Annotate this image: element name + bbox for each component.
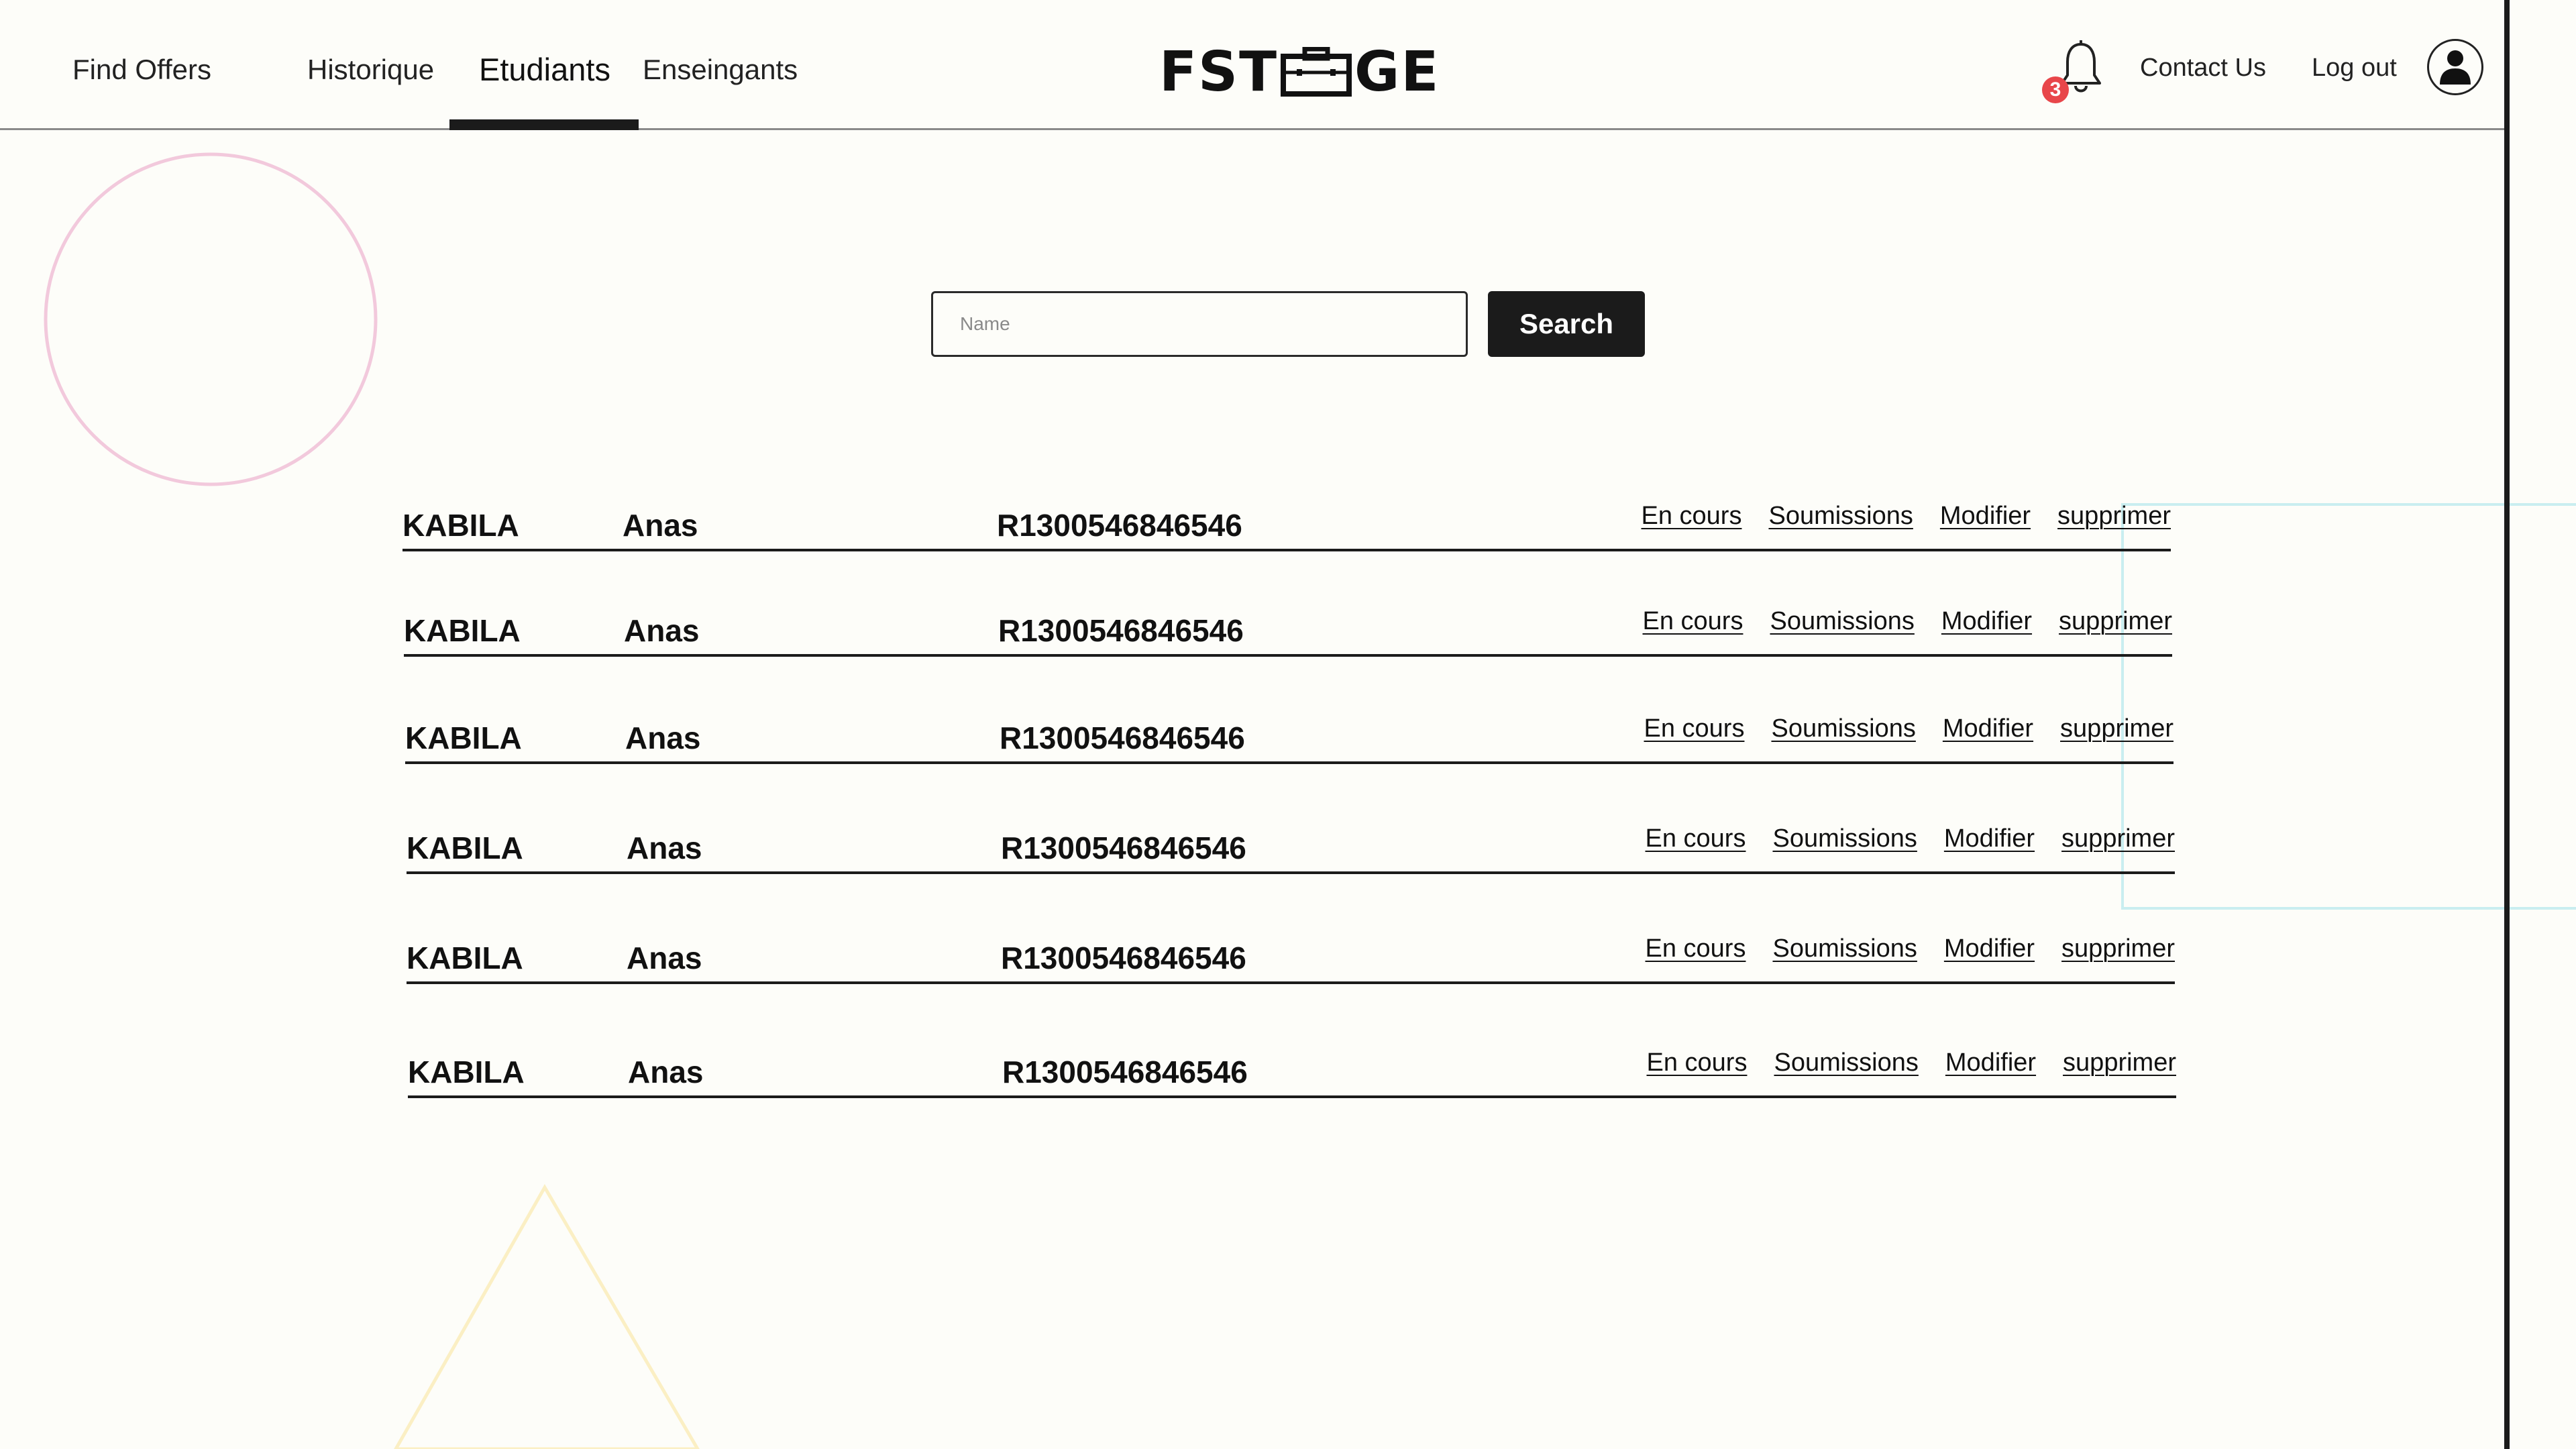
student-row: KABILA Anas R1300546846546 En cours Soum… bbox=[402, 502, 2171, 551]
soumissions-link[interactable]: Soumissions bbox=[1772, 934, 1917, 963]
nav-find-offers[interactable]: Find Offers bbox=[72, 54, 211, 86]
soumissions-link[interactable]: Soumissions bbox=[1768, 502, 1913, 531]
student-id: R1300546846546 bbox=[998, 613, 1244, 648]
modifier-link[interactable]: Modifier bbox=[1940, 502, 2031, 531]
right-edge-divider bbox=[2504, 0, 2510, 1449]
student-last-name: KABILA bbox=[402, 508, 519, 543]
student-first-name: Anas bbox=[628, 1055, 704, 1089]
soumissions-link[interactable]: Soumissions bbox=[1772, 824, 1917, 853]
student-first-name: Anas bbox=[625, 720, 701, 755]
supprimer-link[interactable]: supprimer bbox=[2057, 502, 2171, 531]
supprimer-link[interactable]: supprimer bbox=[2061, 934, 2175, 963]
supprimer-link[interactable]: supprimer bbox=[2060, 714, 2174, 743]
row-actions: En cours Soumissions Modifier supprimer bbox=[1643, 607, 2173, 636]
search-name-input[interactable] bbox=[931, 291, 1468, 357]
search-button[interactable]: Search bbox=[1488, 291, 1645, 357]
student-row: KABILA Anas R1300546846546 En cours Soum… bbox=[405, 714, 2174, 764]
modifier-link[interactable]: Modifier bbox=[1944, 934, 2035, 963]
student-id: R1300546846546 bbox=[1000, 720, 1245, 755]
row-actions: En cours Soumissions Modifier supprimer bbox=[1646, 934, 2176, 963]
en-cours-link[interactable]: En cours bbox=[1647, 1049, 1748, 1077]
row-actions: En cours Soumissions Modifier supprimer bbox=[1646, 824, 2176, 853]
nav-etudiants[interactable]: Etudiants bbox=[479, 51, 610, 88]
decorative-circle bbox=[44, 152, 378, 486]
en-cours-link[interactable]: En cours bbox=[1646, 824, 1746, 853]
active-tab-indicator bbox=[449, 119, 639, 130]
logout-link[interactable]: Log out bbox=[2312, 54, 2397, 83]
top-navbar: Find Offers Historique Etudiants Enseing… bbox=[0, 0, 2506, 130]
student-row: KABILA Anas R1300546846546 En cours Soum… bbox=[407, 934, 2175, 984]
notification-count-badge: 3 bbox=[2042, 76, 2069, 103]
row-actions: En cours Soumissions Modifier supprimer bbox=[1642, 502, 2171, 531]
student-last-name: KABILA bbox=[405, 720, 522, 755]
logo-text-left: FST bbox=[1159, 40, 1279, 104]
student-row: KABILA Anas R1300546846546 En cours Soum… bbox=[404, 607, 2172, 657]
soumissions-link[interactable]: Soumissions bbox=[1770, 607, 1914, 636]
nav-enseignants[interactable]: Enseingants bbox=[643, 54, 798, 86]
student-id: R1300546846546 bbox=[997, 508, 1242, 543]
row-actions: En cours Soumissions Modifier supprimer bbox=[1647, 1049, 2177, 1077]
student-id: R1300546846546 bbox=[1001, 830, 1246, 865]
supprimer-link[interactable]: supprimer bbox=[2063, 1049, 2176, 1077]
en-cours-link[interactable]: En cours bbox=[1643, 607, 1743, 636]
en-cours-link[interactable]: En cours bbox=[1644, 714, 1745, 743]
profile-avatar-button[interactable] bbox=[2427, 39, 2483, 95]
student-last-name: KABILA bbox=[404, 613, 521, 648]
soumissions-link[interactable]: Soumissions bbox=[1774, 1049, 1918, 1077]
logo-text-right: GE bbox=[1354, 40, 1440, 104]
student-last-name: KABILA bbox=[407, 830, 523, 865]
user-icon bbox=[2440, 50, 2471, 85]
student-first-name: Anas bbox=[627, 941, 702, 975]
supprimer-link[interactable]: supprimer bbox=[2061, 824, 2175, 853]
row-actions: En cours Soumissions Modifier supprimer bbox=[1644, 714, 2174, 743]
decorative-triangle bbox=[394, 1183, 700, 1449]
student-first-name: Anas bbox=[627, 830, 702, 865]
student-first-name: Anas bbox=[623, 508, 698, 543]
supprimer-link[interactable]: supprimer bbox=[2059, 607, 2172, 636]
student-id: R1300546846546 bbox=[1002, 1055, 1248, 1089]
logo[interactable]: FST GE bbox=[1159, 40, 1440, 104]
student-last-name: KABILA bbox=[407, 941, 523, 975]
briefcase-icon bbox=[1281, 47, 1352, 97]
modifier-link[interactable]: Modifier bbox=[1941, 607, 2032, 636]
student-first-name: Anas bbox=[624, 613, 700, 648]
en-cours-link[interactable]: En cours bbox=[1642, 502, 1742, 531]
page: Find Offers Historique Etudiants Enseing… bbox=[0, 0, 2576, 1449]
modifier-link[interactable]: Modifier bbox=[1943, 714, 2033, 743]
nav-historique[interactable]: Historique bbox=[307, 54, 434, 86]
student-id: R1300546846546 bbox=[1001, 941, 1246, 975]
student-row: KABILA Anas R1300546846546 En cours Soum… bbox=[407, 824, 2175, 874]
soumissions-link[interactable]: Soumissions bbox=[1771, 714, 1915, 743]
student-last-name: KABILA bbox=[408, 1055, 525, 1089]
student-row: KABILA Anas R1300546846546 En cours Soum… bbox=[408, 1049, 2176, 1098]
modifier-link[interactable]: Modifier bbox=[1945, 1049, 2036, 1077]
contact-us-link[interactable]: Contact Us bbox=[2140, 54, 2266, 83]
modifier-link[interactable]: Modifier bbox=[1944, 824, 2035, 853]
en-cours-link[interactable]: En cours bbox=[1646, 934, 1746, 963]
